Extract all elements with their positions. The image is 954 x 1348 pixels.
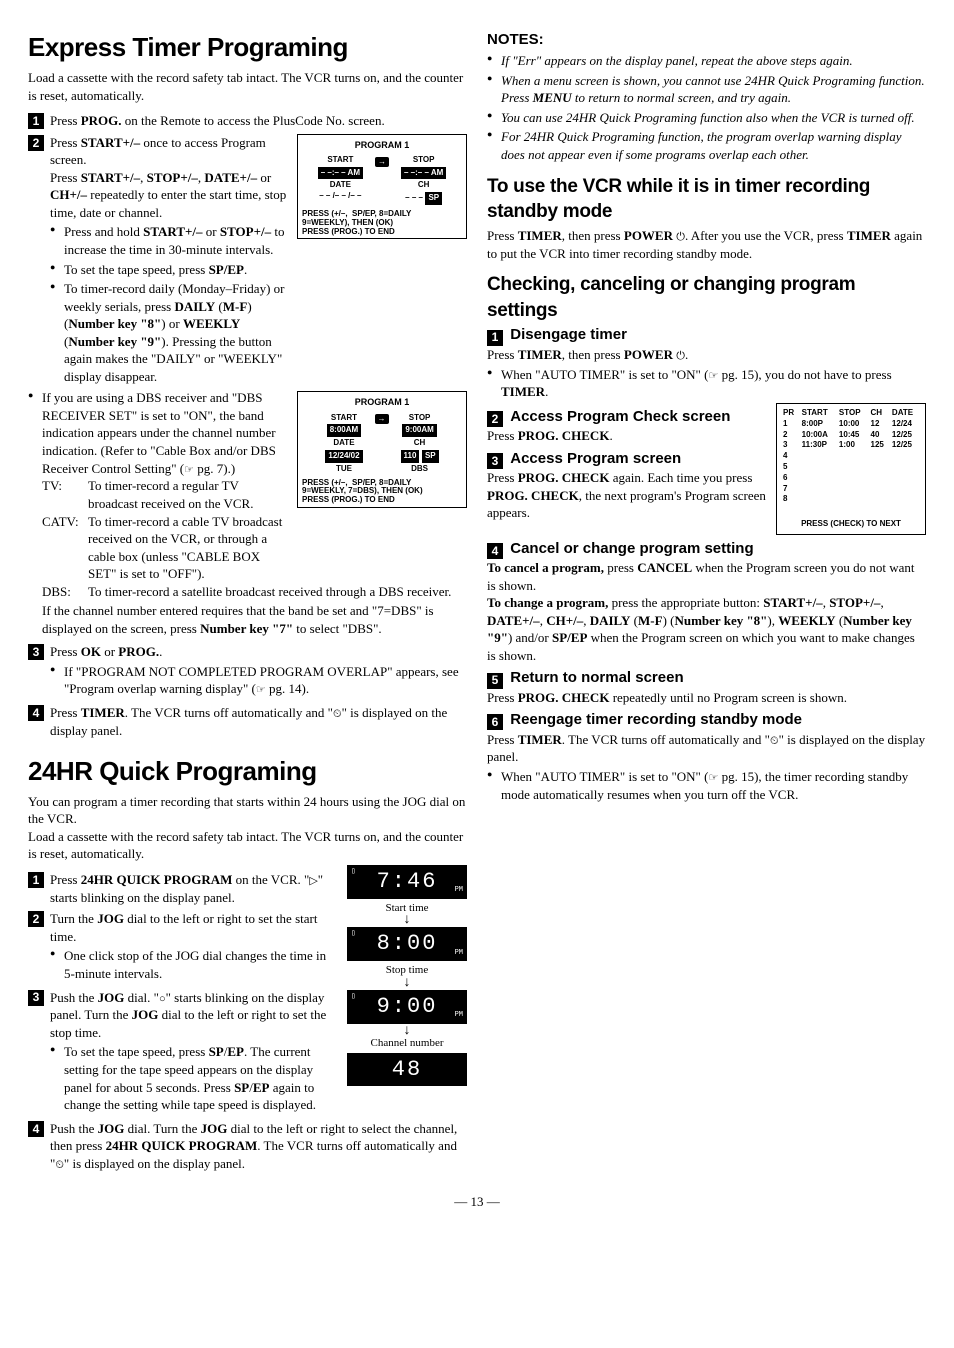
step-badge-1: 1 [28, 872, 44, 888]
table-row: 4 [781, 451, 921, 462]
left-column: Express Timer Programing Load a cassette… [28, 30, 467, 1173]
step-badge-2: 2 [487, 411, 503, 427]
bullet: To set the tape speed, press SP/EP. The … [50, 1043, 339, 1113]
step-badge-5: 5 [487, 673, 503, 689]
program-check-table: PR START STOP CH DATE 18:00P10:001212/24… [776, 403, 926, 535]
play-triangle-icon [309, 872, 317, 887]
osd-program-1-blank: PROGRAM 1 START – –:– – AM DATE – – /– –… [297, 134, 467, 240]
step-badge-1: 1 [28, 113, 44, 129]
clock-icon [333, 705, 342, 720]
bullet: If you are using a DBS receiver and "DBS… [28, 389, 467, 637]
notes-list: If "Err" appears on the display panel, r… [487, 52, 926, 163]
bullet: To set the tape speed, press SP/EP. [50, 261, 289, 279]
step-4-express: 4 Press TIMER. The VCR turns off automat… [28, 704, 467, 739]
standby-text: Press TIMER, then press POWER . After yo… [487, 227, 926, 262]
pointer-icon [256, 681, 266, 696]
heading-check-cancel: Checking, canceling or changing program … [487, 272, 926, 323]
sub-5: 5 Return to normal screen [487, 668, 926, 688]
notes-heading: NOTES: [487, 30, 926, 50]
bullet: When "AUTO TIMER" is set to "ON" ( pg. 1… [487, 366, 926, 401]
step-badge-3: 3 [487, 453, 503, 469]
dbs-bullet-block: If you are using a DBS receiver and "DBS… [28, 389, 467, 637]
arrow-down-icon: ↓ [347, 1026, 467, 1036]
bullet: When "AUTO TIMER" is set to "ON" ( pg. 1… [487, 768, 926, 803]
note: For 24HR Quick Programing function, the … [487, 128, 926, 163]
lcd-stop-time: ▯9:00PM [347, 990, 467, 1024]
note: When a menu screen is shown, you cannot … [487, 72, 926, 107]
table-row: 18:00P10:001212/24 [781, 419, 921, 430]
step-badge-6: 6 [487, 714, 503, 730]
step-badge-4: 4 [28, 1121, 44, 1137]
bullet: One click stop of the JOG dial changes t… [50, 947, 339, 982]
step-1-express: 1 Press PROG. on the Remote to access th… [28, 112, 467, 130]
note: You can use 24HR Quick Programing functi… [487, 109, 926, 127]
intro-text: Load a cassette with the record safety t… [28, 69, 467, 104]
sub-1-body: Press TIMER, then press POWER . [487, 346, 926, 364]
sub-6-body: Press TIMER. The VCR turns off automatic… [487, 731, 926, 766]
clock-icon [770, 732, 779, 747]
step-3-24hr: 3 Push the JOG dial. "" starts blinking … [28, 989, 339, 1116]
lcd-stop-prep: ▯8:00PM [347, 927, 467, 961]
step-4-24hr: 4 Push the JOG dial. Turn the JOG dial t… [28, 1120, 467, 1173]
intro-24hr-1: You can program a timer recording that s… [28, 793, 467, 828]
lcd-start-time: ▯7:46PM [347, 865, 467, 899]
sub-6: 6 Reengage timer recording standby mode [487, 710, 926, 730]
power-icon [676, 347, 685, 362]
power-icon [676, 228, 685, 243]
pointer-icon [708, 769, 718, 784]
step-badge-2: 2 [28, 135, 44, 151]
table-row: 5 [781, 462, 921, 473]
step-3-express: 3 Press OK or PROG.. If "PROGRAM NOT COM… [28, 643, 467, 700]
sub-4: 4 Cancel or change program setting [487, 539, 926, 559]
step-badge-1: 1 [487, 330, 503, 346]
pointer-icon [708, 367, 718, 382]
bullet: To timer-record daily (Monday–Friday) or… [50, 280, 289, 385]
clock-icon [55, 1156, 64, 1171]
arrow-icon: → [375, 157, 389, 167]
arrow-down-icon: ↓ [347, 915, 467, 925]
pointer-icon [184, 461, 194, 476]
table-row: 8 [781, 494, 921, 505]
heading-use-vcr-standby: To use the VCR while it is in timer reco… [487, 174, 926, 225]
circle-icon [159, 990, 166, 1005]
lcd-illustration: ▯7:46PM Start time ↓ ▯8:00PM Stop time ↓… [347, 863, 467, 1088]
table-row: 7 [781, 484, 921, 495]
sub-1: 1 Disengage timer [487, 325, 926, 345]
sub-5-body: Press PROG. CHECK repeatedly until no Pr… [487, 689, 926, 707]
step-2-24hr: 2 Turn the JOG dial to the left or right… [28, 910, 339, 984]
table-row: 6 [781, 473, 921, 484]
step-badge-3: 3 [28, 990, 44, 1006]
right-column: NOTES: If "Err" appears on the display p… [487, 30, 926, 1173]
heading-24hr: 24HR Quick Programing [28, 754, 467, 789]
note: If "Err" appears on the display panel, r… [487, 52, 926, 70]
step-badge-3: 3 [28, 644, 44, 660]
cross-note: If the channel number entered requires t… [42, 602, 467, 637]
lcd-channel: 48 [347, 1053, 467, 1087]
table-row: 210:00A10:454012/25 [781, 430, 921, 441]
bullet: Press and hold START+/– or STOP+/– to in… [50, 223, 289, 258]
page-number: — 13 — [28, 1193, 926, 1211]
heading-express-timer: Express Timer Programing [28, 30, 467, 65]
table-row: 311:30P1:0012512/25 [781, 440, 921, 451]
step-1-body: Press PROG. on the Remote to access the … [50, 112, 467, 130]
osd-msg: PRESS (+/–, SP/EP, 8=DAILY9=WEEKLY), THE… [302, 210, 462, 236]
step-badge-4: 4 [28, 705, 44, 721]
bullet: If "PROGRAM NOT COMPLETED PROGRAM OVERLA… [50, 663, 467, 698]
step-badge-4: 4 [487, 543, 503, 559]
arrow-down-icon: ↓ [347, 978, 467, 988]
step-2-express: 2 Press START+/– once to access Program … [28, 134, 289, 388]
sub-4-body: To cancel a program, press CANCEL when t… [487, 559, 926, 664]
step-1-24hr: 1 Press 24HR QUICK PROGRAM on the VCR. "… [28, 871, 339, 906]
step-badge-2: 2 [28, 911, 44, 927]
intro-24hr-2: Load a cassette with the record safety t… [28, 828, 467, 863]
